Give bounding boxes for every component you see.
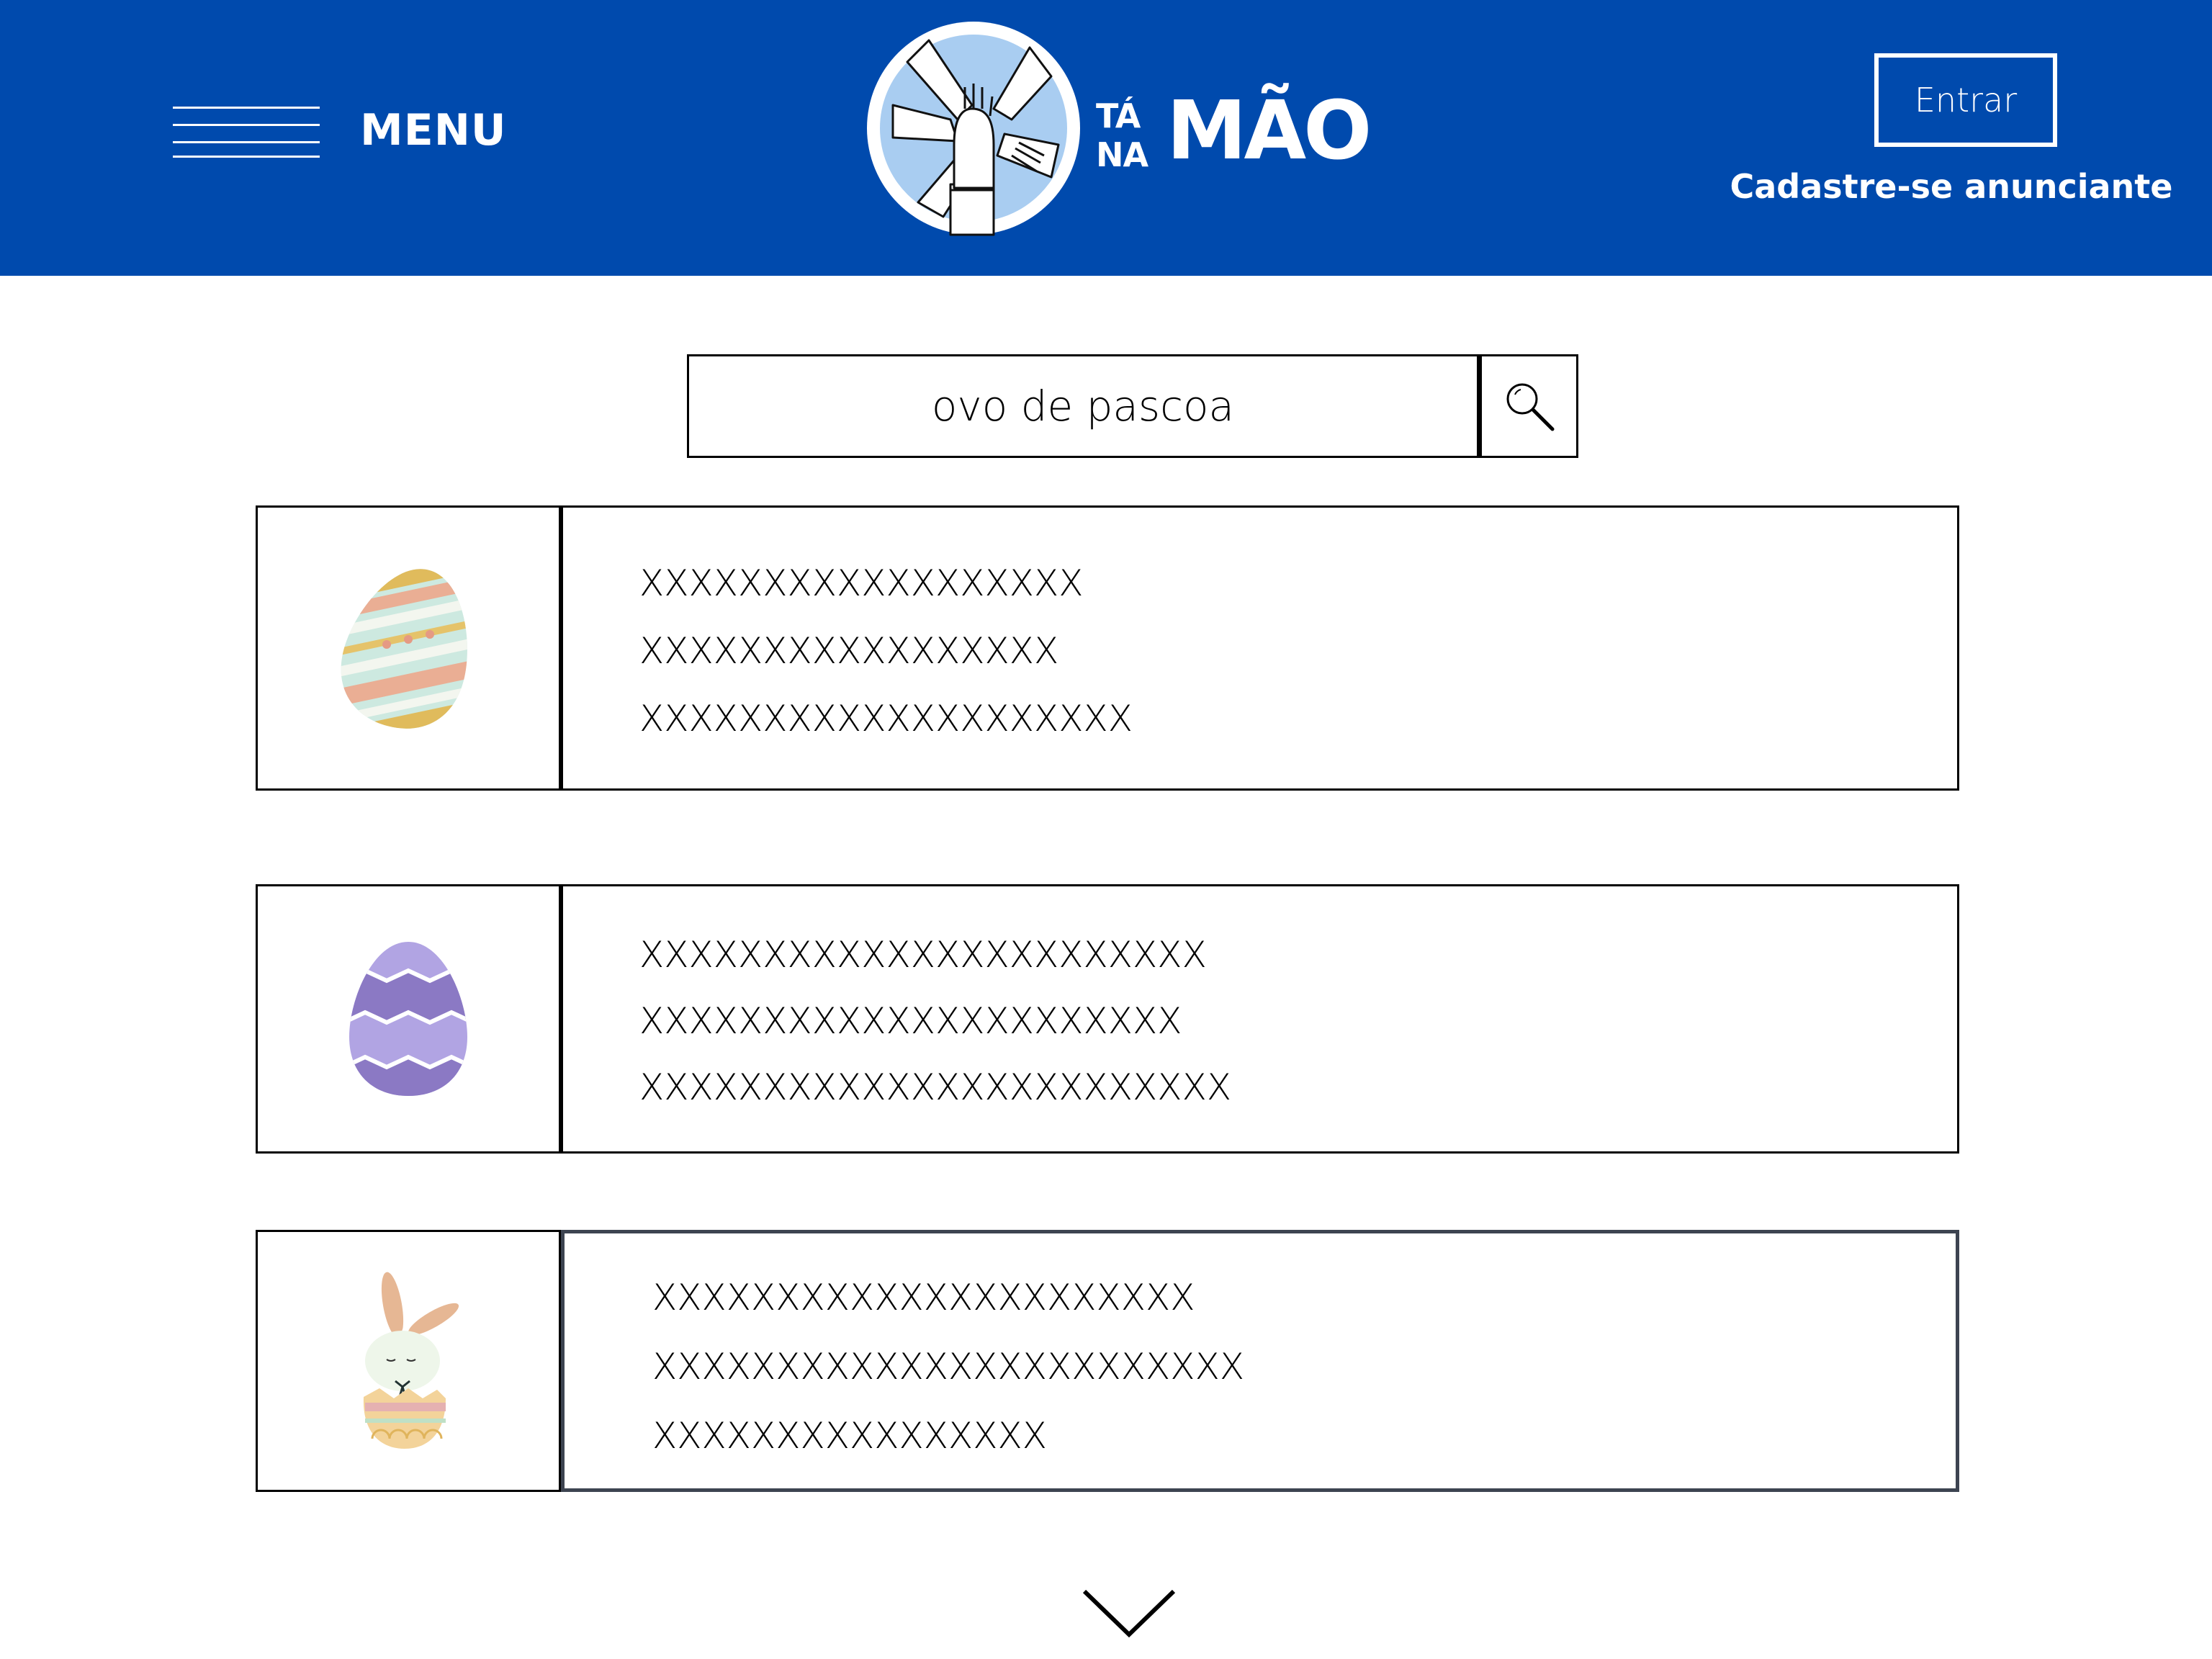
chevron-down-icon [1082, 1589, 1176, 1638]
result-thumbnail[interactable] [256, 884, 561, 1154]
result-line: XXXXXXXXXXXXXXXXXXXXXXXX [639, 1066, 1232, 1108]
easter-egg-purple-icon [349, 942, 467, 1096]
header-bar: MENU TÁ NA MÃO Entrar Cadastre-se anunci… [0, 0, 2212, 276]
result-line: XXXXXXXXXXXXXXXXXX [639, 562, 1084, 604]
result-line: XXXXXXXXXXXXXXXXXXXXXXXX [652, 1346, 1245, 1388]
result-line: XXXXXXXXXXXXXXXX [652, 1415, 1048, 1457]
result-line: XXXXXXXXXXXXXXXXX [639, 630, 1059, 672]
result-thumbnail[interactable] [256, 505, 561, 791]
result-thumbnail[interactable] [256, 1230, 561, 1492]
result-line: XXXXXXXXXXXXXXXXXXXXXX [652, 1277, 1195, 1318]
login-button[interactable]: Entrar [1874, 53, 2057, 147]
logo[interactable]: TÁ NA MÃO [864, 19, 1426, 238]
menu-label: MENU [360, 105, 507, 156]
result-card: XXXXXXXXXXXXXXXXXXXXXXX XXXXXXXXXXXXXXXX… [256, 884, 1959, 1154]
magnifier-icon [1506, 383, 1554, 431]
search-button[interactable] [1479, 354, 1578, 458]
logo-word-mao: MÃO [1166, 84, 1372, 178]
hamburger-icon [173, 107, 320, 158]
logo-word-ta: TÁ [1096, 96, 1141, 135]
result-info[interactable]: XXXXXXXXXXXXXXXXXXXXXXX XXXXXXXXXXXXXXXX… [561, 884, 1959, 1154]
easter-bunny-egg-icon [363, 1263, 466, 1449]
easter-egg-striped-icon [336, 562, 480, 734]
result-card: XXXXXXXXXXXXXXXXXX XXXXXXXXXXXXXXXXX XXX… [256, 505, 1959, 791]
menu-button[interactable]: MENU [173, 101, 518, 173]
page: MENU TÁ NA MÃO Entrar Cadastre-se anunci… [0, 0, 2212, 1659]
search-box[interactable] [687, 354, 1479, 458]
result-info[interactable]: XXXXXXXXXXXXXXXXXX XXXXXXXXXXXXXXXXX XXX… [561, 505, 1959, 791]
logo-word-na: NA [1096, 135, 1148, 174]
result-info[interactable]: XXXXXXXXXXXXXXXXXXXXXX XXXXXXXXXXXXXXXXX… [561, 1230, 1959, 1492]
result-card: XXXXXXXXXXXXXXXXXXXXXX XXXXXXXXXXXXXXXXX… [256, 1230, 1959, 1492]
result-line: XXXXXXXXXXXXXXXXXXXXXXX [639, 934, 1207, 976]
result-line: XXXXXXXXXXXXXXXXXXXX [639, 698, 1133, 739]
signup-advertiser-link[interactable]: Cadastre-se anunciante [1728, 167, 2175, 206]
search-input[interactable] [689, 381, 1477, 431]
load-more-button[interactable] [1080, 1584, 1178, 1642]
result-line: XXXXXXXXXXXXXXXXXXXXXX [639, 1000, 1182, 1042]
hands-together-icon [867, 22, 1080, 236]
